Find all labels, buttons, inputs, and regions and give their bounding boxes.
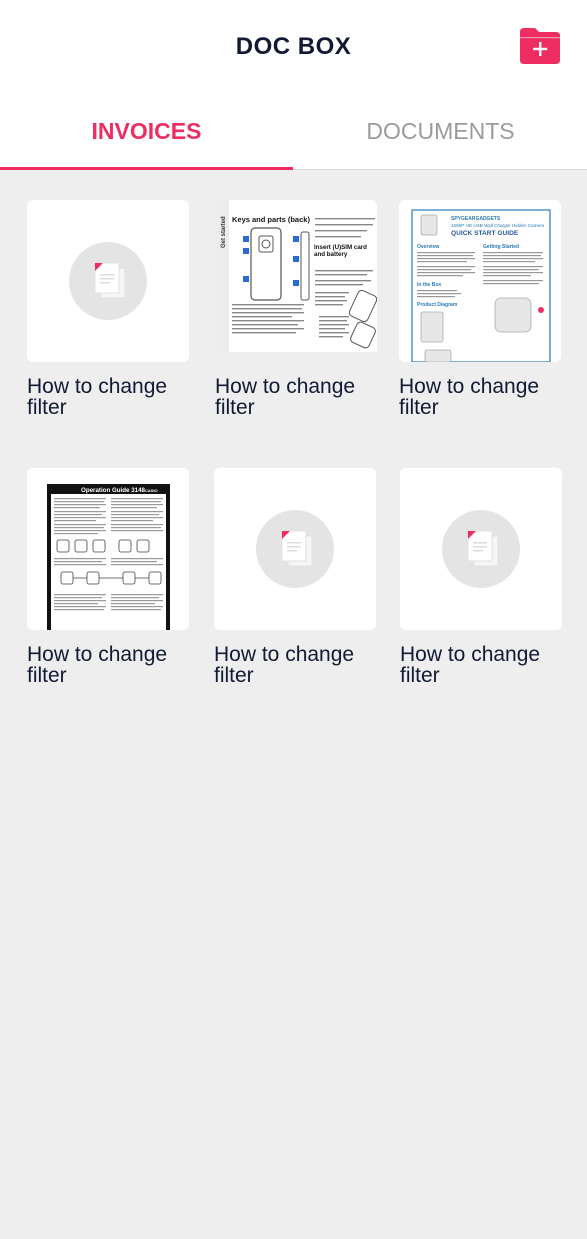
guide-getting-started: Getting Started [483, 244, 519, 250]
tab-documents[interactable]: DOCUMENTS [294, 100, 587, 170]
document-caption: How to change filter [214, 643, 355, 687]
placeholder-circle [69, 242, 147, 320]
folder-plus-icon [520, 28, 560, 64]
file-icon [281, 530, 313, 567]
file-icon [467, 530, 499, 567]
document-thumbnail: Operation Guide 3148 CASIO [27, 468, 189, 630]
guide-in-box: In the Box [417, 282, 441, 288]
file-icon [94, 262, 126, 299]
placeholder-circle [256, 510, 334, 588]
document-thumbnail [400, 468, 562, 630]
placeholder-circle [442, 510, 520, 588]
document-caption: How to change filter [399, 375, 540, 419]
document-caption: How to change filter [215, 375, 356, 419]
document-caption: How to change filter [27, 643, 168, 687]
document-caption: How to change filter [27, 375, 168, 419]
quick-start-guide-preview: SPYGEARGADGETS 1080P HD USB Wall Charger… [399, 200, 561, 362]
tab-invoices[interactable]: INVOICES [0, 100, 293, 170]
app-title: DOC BOX [235, 33, 352, 60]
operation-guide-preview: Operation Guide 3148 CASIO [27, 468, 189, 630]
tab-bar: INVOICES DOCUMENTS [0, 100, 587, 170]
guide-brand: SPYGEARGADGETS [451, 216, 501, 222]
app-header: DOC BOX INVOICES DOCUMENTS [0, 0, 587, 170]
tab-active-indicator [0, 167, 293, 170]
manual-tab-label: Get started [221, 216, 227, 248]
document-thumbnail: SPYGEARGADGETS 1080P HD USB Wall Charger… [399, 200, 561, 362]
guide-title: QUICK START GUIDE [451, 230, 519, 237]
manual-heading: Keys and parts (back) [232, 215, 310, 224]
document-caption: How to change filter [400, 643, 541, 687]
manual-page-preview: Get started Keys and parts (back) Insert… [215, 200, 377, 362]
document-thumbnail: Get started Keys and parts (back) Insert… [215, 200, 377, 362]
add-folder-button[interactable] [520, 28, 560, 64]
guide-product: 1080P HD USB Wall Charger Hidden Camera [451, 223, 545, 228]
guide-overview: Overview [417, 244, 439, 250]
manual-section-title: Insert (U)SIM card and battery [314, 244, 367, 258]
document-thumbnail [27, 200, 189, 362]
casio-title: Operation Guide 3148 [81, 487, 146, 494]
casio-brand: CASIO [145, 488, 158, 493]
guide-diagram: Product Diagram [417, 302, 458, 308]
document-thumbnail [214, 468, 376, 630]
